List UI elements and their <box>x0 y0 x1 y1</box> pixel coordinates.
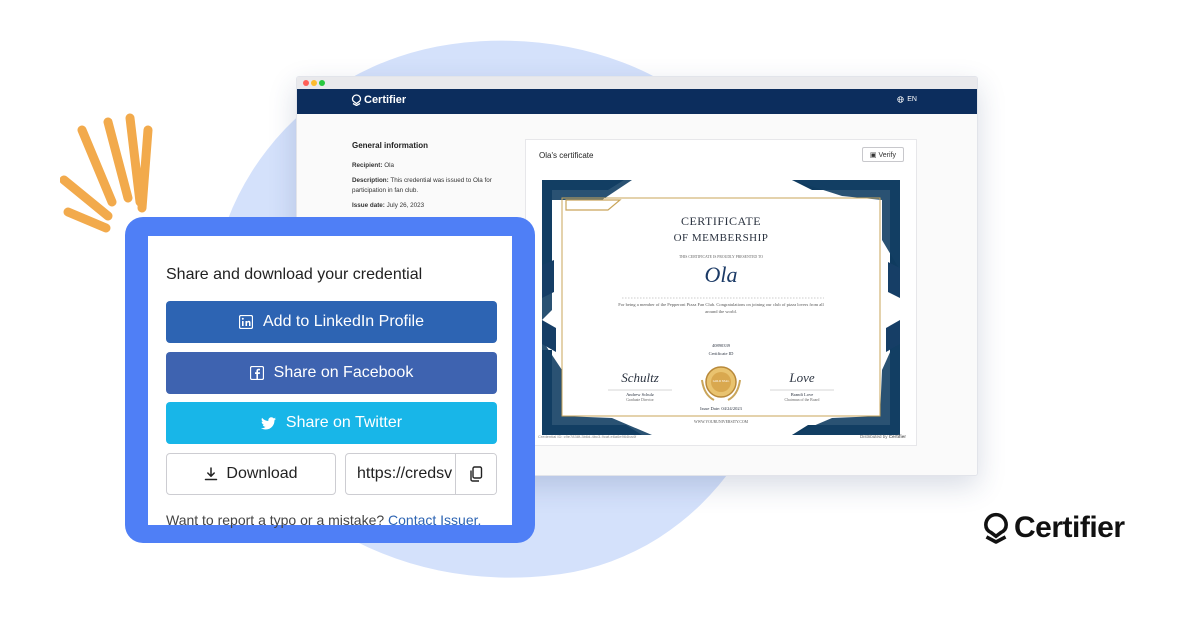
cert-presented-to: THIS CERTIFICATE IS PROUDLY PRESENTED TO <box>678 255 764 259</box>
window-chrome <box>297 77 977 89</box>
distributed-by: Distributed by Certifier <box>860 434 906 439</box>
recipient-row: Recipient: Ola <box>352 161 517 171</box>
general-information: General information Recipient: Ola Descr… <box>352 140 517 216</box>
sig-right-name: Brandi Love <box>790 392 814 397</box>
twitter-icon <box>260 416 276 429</box>
cert-id-label: Certificate ID <box>708 351 734 356</box>
language-selector[interactable]: EN <box>897 96 917 103</box>
app-header: Certifier EN <box>297 89 977 114</box>
twitter-button[interactable]: Share on Twitter <box>166 402 497 444</box>
certificate-panel-title: Ola's certificate <box>539 151 594 160</box>
copy-icon <box>470 466 483 482</box>
download-icon <box>205 467 218 481</box>
description-label: Description: <box>352 176 389 184</box>
cert-title-line2: OF MEMBERSHIP <box>673 232 769 244</box>
certificate-image: CERTIFICATE OF MEMBERSHIP THIS CERTIFICA… <box>542 180 900 435</box>
minimize-dot-icon[interactable] <box>311 80 317 86</box>
brand-name: Certifier <box>364 94 407 106</box>
report-text: Want to report a typo or a mistake? Cont… <box>166 512 481 528</box>
credential-id: Credential ID: c9e7838f-3b6d-4bc3-9caf-e… <box>538 434 637 439</box>
recipient-label: Recipient: <box>352 161 383 169</box>
certificate-panel: Ola's certificate ▣ Verify CERTIFICATE O… <box>525 139 917 446</box>
verify-icon: ▣ <box>869 152 877 159</box>
verify-label: Verify <box>878 152 896 159</box>
cert-id-value: 40890339 <box>712 343 730 348</box>
issue-date-value: July 26, 2023 <box>386 201 425 209</box>
close-dot-icon[interactable] <box>303 80 309 86</box>
sig-left-role: Graduate Director <box>626 398 654 402</box>
brand-name-large: Certifier <box>1014 511 1125 544</box>
language-label: EN <box>907 96 917 103</box>
seal-icon: GOLD SEAL <box>712 379 730 383</box>
facebook-icon <box>249 366 264 380</box>
certifier-brand-logo: Certifier <box>982 511 1125 545</box>
contact-issuer-link[interactable]: Contact Issuer. <box>388 512 481 528</box>
cert-recipient-name: Ola <box>704 262 738 287</box>
issue-date-row: Issue date: July 26, 2023 <box>352 201 517 211</box>
maximize-dot-icon[interactable] <box>319 80 325 86</box>
issue-date-label: Issue date: <box>352 201 385 209</box>
download-label: Download <box>226 465 298 482</box>
cert-issue-date: Issue Date: 04/24/2023 <box>700 406 742 411</box>
sig-left-script: Schultz <box>621 370 659 385</box>
share-title: Share and download your credential <box>166 266 423 283</box>
distributed-by-label: Distributed by <box>859 434 888 439</box>
report-question: Want to report a typo or a mistake? <box>166 512 385 528</box>
sig-right-script: Love <box>789 370 815 385</box>
share-card: Share and download your credential Add t… <box>125 217 535 543</box>
cert-title-line1: CERTIFICATE <box>680 214 762 228</box>
certifier-logo[interactable]: Certifier <box>351 94 406 106</box>
globe-icon <box>897 96 904 103</box>
certifier-logo-icon <box>351 94 362 106</box>
copy-url-button[interactable] <box>455 454 496 494</box>
verify-button[interactable]: ▣ Verify <box>861 147 904 162</box>
description-row: Description: This credential was issued … <box>352 176 517 196</box>
share-panel: Share and download your credential Add t… <box>148 236 512 528</box>
sig-right-role: Chairman of the Board <box>784 398 820 402</box>
credential-url-input[interactable] <box>346 454 467 494</box>
credential-url-field <box>345 453 497 495</box>
download-button[interactable]: Download <box>166 453 336 495</box>
distributed-by-brand: Certifier <box>888 434 906 439</box>
linkedin-icon <box>239 315 253 329</box>
cert-body-text: For being a member of the Pepperoni Pizz… <box>618 302 824 314</box>
twitter-label: Share on Twitter <box>285 414 403 431</box>
certifier-logo-icon <box>984 512 1008 544</box>
linkedin-label: Add to LinkedIn Profile <box>263 313 424 330</box>
facebook-label: Share on Facebook <box>273 364 414 381</box>
sig-left-name: Andrew Schulz <box>626 392 654 397</box>
cert-website: WWW.YOURUNIVERSITY.COM <box>694 420 748 424</box>
general-info-heading: General information <box>352 141 429 150</box>
linkedin-button[interactable]: Add to LinkedIn Profile <box>166 301 497 343</box>
recipient-value: Ola <box>384 161 395 169</box>
facebook-button[interactable]: Share on Facebook <box>166 352 497 394</box>
